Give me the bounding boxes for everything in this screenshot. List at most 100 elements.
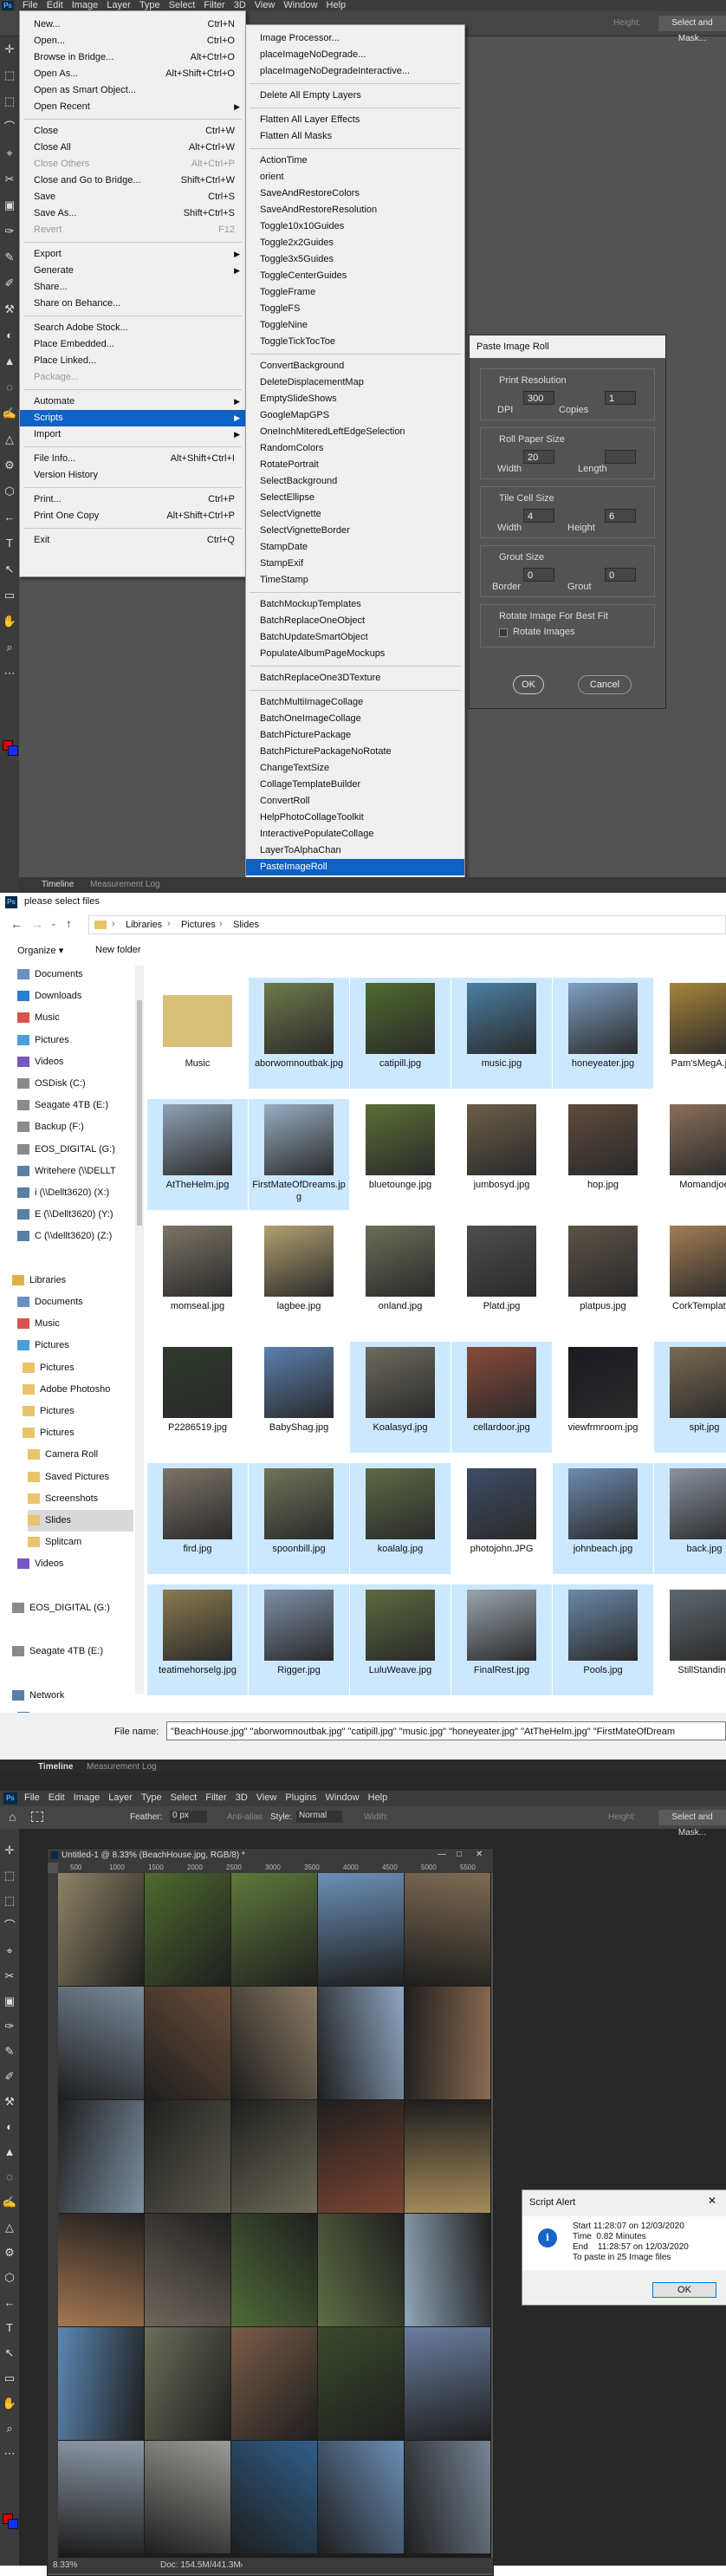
- menu-item-togglefs[interactable]: ToggleFS: [246, 301, 464, 317]
- menu-type[interactable]: Type: [141, 1792, 162, 1803]
- nav-item-camera-roll[interactable]: Camera Roll: [28, 1444, 133, 1466]
- breadcrumb-libraries[interactable]: Libraries: [126, 920, 162, 930]
- direct-select-tool-icon[interactable]: ↖: [2, 2345, 17, 2361]
- menu-window[interactable]: Window: [326, 1792, 360, 1803]
- menu-item-save-as[interactable]: Save As... Shift+Ctrl+S: [20, 205, 245, 222]
- menu-item-close-all[interactable]: Close All Alt+Ctrl+W: [20, 140, 245, 156]
- path-select-tool-icon[interactable]: ←: [2, 510, 17, 525]
- menu-item-image-processor[interactable]: Image Processor...: [246, 30, 464, 47]
- menu-item-batchmultiimagecollage[interactable]: BatchMultiImageCollage: [246, 694, 464, 711]
- menu-item-toggle3x5guides[interactable]: Toggle3x5Guides: [246, 251, 464, 268]
- nav-item-seagate-4tb-e[interactable]: Seagate 4TB (E:): [17, 1095, 133, 1116]
- menu-select[interactable]: Select: [171, 1792, 198, 1803]
- nav-item-pictures[interactable]: Pictures: [17, 1335, 133, 1356]
- menu-item-rotateportrait[interactable]: RotatePortrait: [246, 457, 464, 473]
- menu-item-oneinchmiteredleftedgeselection[interactable]: OneInchMiteredLeftEdgeSelection: [246, 424, 464, 440]
- menu-item-convertroll[interactable]: ConvertRoll: [246, 793, 464, 810]
- lasso-tool-icon[interactable]: ⌒: [2, 120, 17, 135]
- nav-item-videos[interactable]: Videos: [17, 1553, 133, 1575]
- nav-item-e-dellt3620-y[interactable]: E (\\Dellt3620) (Y:): [17, 1204, 133, 1226]
- menu-item-stampexif[interactable]: StampExif: [246, 556, 464, 572]
- menu-item-selectellipse[interactable]: SelectEllipse: [246, 490, 464, 506]
- nav-item-downloads[interactable]: Downloads: [17, 986, 133, 1007]
- menu-item-browse-in-bridge[interactable]: Browse in Bridge... Alt+Ctrl+O: [20, 49, 245, 66]
- zoom-tool-icon[interactable]: ⌕: [2, 2421, 17, 2436]
- menu-help[interactable]: Help: [327, 0, 347, 11]
- file-item[interactable]: honeyeater.jpg: [553, 978, 653, 1089]
- menu-item-collagetemplatebuilder[interactable]: CollageTemplateBuilder: [246, 777, 464, 793]
- file-item[interactable]: teatimehorselg.jpg: [147, 1584, 248, 1695]
- menu-help[interactable]: Help: [368, 1792, 388, 1803]
- menu-item-automate[interactable]: Automate ▶: [20, 394, 245, 410]
- frame-tool-icon[interactable]: ▣: [2, 198, 17, 213]
- file-item[interactable]: jumbosyd.jpg: [451, 1099, 552, 1210]
- menu-file[interactable]: File: [24, 1792, 40, 1803]
- menu-filter[interactable]: Filter: [205, 1792, 226, 1803]
- file-item[interactable]: spit.jpg: [654, 1342, 726, 1453]
- menu-edit[interactable]: Edit: [49, 1792, 65, 1803]
- menu-item-batchoneimagecollage[interactable]: BatchOneImageCollage: [246, 711, 464, 727]
- menu-image[interactable]: Image: [74, 1792, 100, 1803]
- nav-item-libraries[interactable]: Libraries: [12, 1270, 133, 1291]
- minimize-icon[interactable]: —: [438, 1850, 446, 1859]
- menu-item-actiontime[interactable]: ActionTime: [246, 153, 464, 169]
- nav-item-osdisk-c[interactable]: OSDisk (C:): [17, 1073, 133, 1095]
- brush-tool-icon[interactable]: ✐: [2, 2069, 17, 2085]
- file-item[interactable]: Momandjoe: [654, 1099, 726, 1210]
- copies-input[interactable]: 1: [605, 391, 636, 405]
- gradient-tool-icon[interactable]: ◌: [2, 380, 17, 395]
- marquee-tool-icon[interactable]: [31, 1812, 43, 1822]
- file-item[interactable]: cellardoor.jpg: [451, 1342, 552, 1453]
- nav-item-adobe-photosho[interactable]: Adobe Photosho: [23, 1379, 133, 1401]
- rectangle-tool-icon[interactable]: ▭: [2, 2371, 17, 2386]
- cancel-button[interactable]: Cancel: [578, 675, 632, 694]
- nav-scroll-thumb[interactable]: [137, 1000, 142, 1226]
- file-item[interactable]: onland.jpg: [350, 1220, 451, 1331]
- menu-item-batchmockuptemplates[interactable]: BatchMockupTemplates: [246, 596, 464, 613]
- nav-item-writehere-dellt[interactable]: Writehere (\\DELLT: [17, 1161, 133, 1182]
- style-select[interactable]: Normal: [296, 1811, 342, 1823]
- menu-item-pasteimageroll[interactable]: PasteImageRoll: [246, 859, 464, 875]
- nav-item-videos[interactable]: Videos: [17, 1051, 133, 1073]
- file-item[interactable]: bluetounge.jpg: [350, 1099, 451, 1210]
- new-folder-button[interactable]: New folder: [95, 945, 141, 955]
- menu-item-selectbackground[interactable]: SelectBackground: [246, 473, 464, 490]
- menu-item-stampdate[interactable]: StampDate: [246, 539, 464, 556]
- menu-item-flatten-all-layer-effects[interactable]: Flatten All Layer Effects: [246, 112, 464, 128]
- file-item[interactable]: Koalasyd.jpg: [350, 1342, 451, 1453]
- border-input[interactable]: 0: [523, 568, 554, 582]
- more-tool-icon[interactable]: ⋯: [2, 2446, 17, 2462]
- file-item[interactable]: CorkTemplated: [654, 1220, 726, 1331]
- menu-item-interactivepopulatecollage[interactable]: InteractivePopulateCollage: [246, 826, 464, 842]
- nav-item-music[interactable]: Music: [17, 1007, 133, 1029]
- maximize-icon[interactable]: □: [457, 1850, 462, 1859]
- select-and-mask-button[interactable]: Select and Mask...: [658, 1810, 726, 1838]
- menu-item-placeimagenodegradeinteractive[interactable]: placeImageNoDegradeInteractive...: [246, 63, 464, 80]
- file-item[interactable]: back.jpg: [654, 1463, 726, 1574]
- menu-item-randomcolors[interactable]: RandomColors: [246, 440, 464, 457]
- menu-layer[interactable]: Layer: [108, 1792, 133, 1803]
- forward-arrow-icon[interactable]: →: [31, 917, 43, 931]
- menu-item-batchpicturepackagenorotate[interactable]: BatchPicturePackageNoRotate: [246, 744, 464, 760]
- file-item[interactable]: koalalg.jpg: [350, 1463, 451, 1574]
- address-box[interactable]: › Libraries › Pictures › Slides: [88, 915, 726, 934]
- clone-tool-icon[interactable]: ⚒: [2, 302, 17, 317]
- menu-item-togglecenterguides[interactable]: ToggleCenterGuides: [246, 268, 464, 284]
- blur-tool-icon[interactable]: ✍: [2, 2195, 17, 2210]
- file-item[interactable]: johnbeach.jpg: [553, 1463, 653, 1574]
- nav-item-eos-digital-g[interactable]: EOS_DIGITAL (G:): [12, 1597, 133, 1619]
- clone-tool-icon[interactable]: ⚒: [2, 2094, 17, 2110]
- roll-width-input[interactable]: 20: [523, 450, 554, 464]
- file-item[interactable]: BabyShag.jpg: [249, 1342, 349, 1453]
- menu-item-changetextsize[interactable]: ChangeTextSize: [246, 760, 464, 777]
- nav-item-seagate-4tb-e[interactable]: Seagate 4TB (E:): [12, 1641, 133, 1662]
- file-item[interactable]: P2286519.jpg: [147, 1342, 248, 1453]
- up-arrow-icon[interactable]: ↑: [66, 917, 72, 930]
- menu-item-scripts[interactable]: Scripts ▶: [20, 410, 245, 426]
- lasso-tool-icon[interactable]: ⌒: [2, 1918, 17, 1934]
- menu-item-version-history[interactable]: Version History: [20, 467, 245, 484]
- eyedropper-tool-icon[interactable]: ✑: [2, 224, 17, 239]
- menu-item-open-as-smart-object[interactable]: Open as Smart Object...: [20, 82, 245, 99]
- nav-item-network[interactable]: Network: [12, 1685, 133, 1707]
- menu-window[interactable]: Window: [283, 0, 317, 11]
